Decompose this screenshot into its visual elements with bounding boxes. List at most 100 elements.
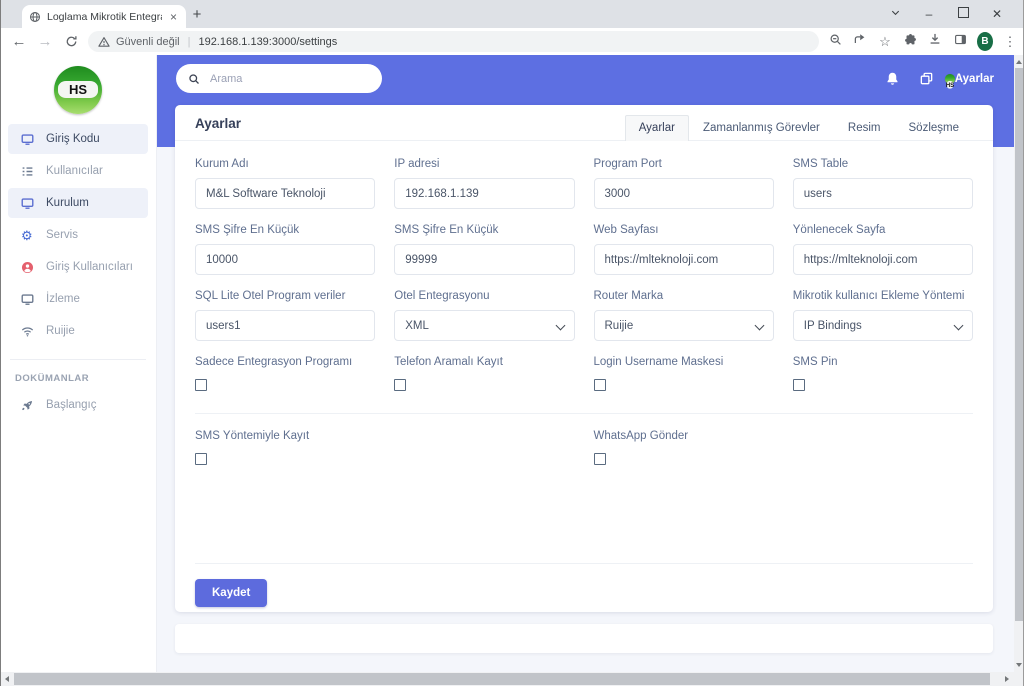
sidebar-item-ba-lang[interactable]: Başlangıç: [8, 390, 148, 420]
sidebar-item-label: Giriş Kodu: [46, 133, 100, 145]
horizontal-scroll-thumb[interactable]: [14, 673, 990, 685]
user-menu[interactable]: HS Ayarlar: [953, 73, 994, 85]
sidebar-item-i-zleme[interactable]: İzleme: [8, 284, 148, 314]
share-icon[interactable]: [852, 32, 868, 51]
wifi-icon: [21, 325, 35, 338]
ip-adresi-input[interactable]: [394, 178, 574, 209]
tab-zamanlanm-g-revler[interactable]: Zamanlanmış Görevler: [689, 115, 834, 141]
form-group-sms-pin: SMS Pin: [793, 356, 973, 396]
window-restore-down-icon[interactable]: [878, 0, 912, 28]
tab-ayarlar[interactable]: Ayarlar: [625, 115, 689, 141]
tab-title: Loglama Mikrotik Entegrasyon Gi: [47, 11, 162, 23]
field-label: SMS Table: [793, 158, 973, 170]
sidebar-item-label: Servis: [46, 229, 78, 241]
form-group-sadece-entegrasyon-program: Sadece Entegrasyon Programı: [195, 356, 375, 396]
window-minimize-button[interactable]: –: [912, 0, 946, 28]
login-username-maskesi-checkbox[interactable]: [594, 379, 606, 391]
router-marka-select[interactable]: Ruijie: [594, 310, 774, 341]
sidebar-item-ruijie[interactable]: Ruijie: [8, 316, 148, 346]
form-row: Sadece Entegrasyon Programı Telefon Arama…: [195, 356, 973, 411]
gear-icon: ⚙: [21, 229, 35, 242]
vertical-scroll-thumb[interactable]: [1015, 68, 1023, 621]
window-maximize-button[interactable]: [946, 0, 980, 28]
side-panel-icon[interactable]: [952, 33, 968, 51]
field-label: IP adresi: [394, 158, 574, 170]
tab-resim[interactable]: Resim: [834, 115, 895, 141]
sms-y-ntemiyle-kay-t-checkbox[interactable]: [195, 453, 207, 465]
sidebar-item-giri-kodu[interactable]: Giriş Kodu: [8, 124, 148, 154]
tab-s-zle-me[interactable]: Sözleşme: [895, 115, 974, 141]
main-area: HS Ayarlar Ayarlar AyarlarZamanlanmış Gö…: [156, 55, 1014, 672]
sidebar-item-label: Kurulum: [46, 197, 89, 209]
sidebar-item-label: Ruijie: [46, 325, 75, 337]
y-nlenecek-sayfa-input[interactable]: [793, 244, 973, 275]
form-group-program-port: Program Port: [594, 158, 774, 209]
notifications-bell-icon[interactable]: [885, 71, 900, 86]
new-tab-button[interactable]: +: [186, 4, 208, 26]
search-box[interactable]: [176, 64, 382, 93]
kurum-ad-input[interactable]: [195, 178, 375, 209]
search-input[interactable]: [208, 72, 332, 86]
whatsapp-g-nder-checkbox[interactable]: [594, 453, 606, 465]
page-title: Ayarlar: [195, 116, 241, 140]
field-label: SMS Yöntemiyle Kayıt: [195, 430, 375, 442]
telefon-aramal-kay-t-checkbox[interactable]: [394, 379, 406, 391]
sidebar-item-giri-kullan-c-lar[interactable]: Giriş Kullanıcıları: [8, 252, 148, 282]
scroll-right-arrow[interactable]: [1005, 676, 1009, 682]
sadece-entegrasyon-program-checkbox[interactable]: [195, 379, 207, 391]
browser-tab[interactable]: Loglama Mikrotik Entegrasyon Gi ×: [22, 5, 186, 28]
field-label: SMS Şifre En Küçük: [394, 224, 574, 236]
field-label: Kurum Adı: [195, 158, 375, 170]
field-label: Web Sayfası: [594, 224, 774, 236]
mikrotik-kullan-c-ekleme-y-ntemi-select[interactable]: IP Bindings: [793, 310, 973, 341]
save-button[interactable]: Kaydet: [195, 579, 267, 607]
form-row: SMS Şifre En KüçükSMS Şifre En KüçükWeb …: [195, 224, 973, 290]
sms-ifre-en-k-k-input[interactable]: [394, 244, 574, 275]
sms-ifre-en-k-k-input[interactable]: [195, 244, 375, 275]
sidebar-item-servis[interactable]: ⚙ Servis: [8, 220, 148, 250]
sidebar-item-label: Giriş Kullanıcıları: [46, 261, 133, 273]
field-label: Otel Entegrasyonu: [394, 290, 574, 302]
sidebar-item-kullan-c-lar[interactable]: Kullanıcılar: [8, 156, 148, 186]
browser-menu-icon[interactable]: ⋮: [1002, 34, 1018, 50]
scroll-left-arrow[interactable]: [5, 676, 9, 682]
download-icon[interactable]: [927, 32, 943, 51]
tab-bar: AyarlarZamanlanmış GörevlerResimSözleşme: [625, 115, 973, 140]
extensions-puzzle-icon[interactable]: [902, 33, 918, 51]
form-group-login-username-maskesi: Login Username Maskesi: [594, 356, 774, 396]
list-icon: [21, 165, 35, 178]
field-label: WhatsApp Gönder: [594, 430, 774, 442]
program-port-input[interactable]: [594, 178, 774, 209]
horizontal-scrollbar[interactable]: [0, 672, 1014, 686]
card-header: Ayarlar AyarlarZamanlanmış GörevlerResim…: [175, 105, 993, 141]
selected-value: IP Bindings: [804, 320, 862, 332]
sms-table-input[interactable]: [793, 178, 973, 209]
sms-pin-checkbox[interactable]: [793, 379, 805, 391]
scroll-up-arrow[interactable]: [1016, 60, 1022, 64]
monitor-icon: [21, 133, 35, 146]
app-logo: HS: [54, 66, 102, 114]
sidebar-section-header: DOKÜMANLAR: [15, 373, 156, 384]
tab-close-icon[interactable]: ×: [168, 10, 179, 24]
field-label: Router Marka: [594, 290, 774, 302]
monitor-icon: [21, 293, 35, 306]
address-bar[interactable]: Güvenli değil | 192.168.1.139:3000/setti…: [88, 31, 819, 52]
window-close-button[interactable]: ✕: [980, 0, 1014, 28]
user-circle-icon: [21, 261, 35, 274]
web-sayfas-input[interactable]: [594, 244, 774, 275]
field-label: SMS Pin: [793, 356, 973, 368]
browser-toolbar: ← → Güvenli değil | 192.168.1.139:3000/s…: [0, 28, 1024, 56]
bookmark-star-icon[interactable]: ☆: [877, 34, 893, 50]
windows-stack-icon[interactable]: [919, 71, 934, 86]
sql-lite-otel-program-veriler-input[interactable]: [195, 310, 375, 341]
sidebar-item-kurulum[interactable]: Kurulum: [8, 188, 148, 218]
form-group-ip-adresi: IP adresi: [394, 158, 574, 209]
field-label: Telefon Aramalı Kayıt: [394, 356, 574, 368]
forward-button[interactable]: →: [32, 33, 58, 50]
zoom-icon[interactable]: [827, 33, 843, 51]
browser-profile-avatar[interactable]: B: [977, 32, 993, 51]
back-button[interactable]: ←: [6, 33, 32, 50]
otel-entegrasyonu-select[interactable]: XML: [394, 310, 574, 341]
reload-icon[interactable]: [58, 33, 84, 50]
scroll-down-arrow[interactable]: [1016, 663, 1022, 667]
